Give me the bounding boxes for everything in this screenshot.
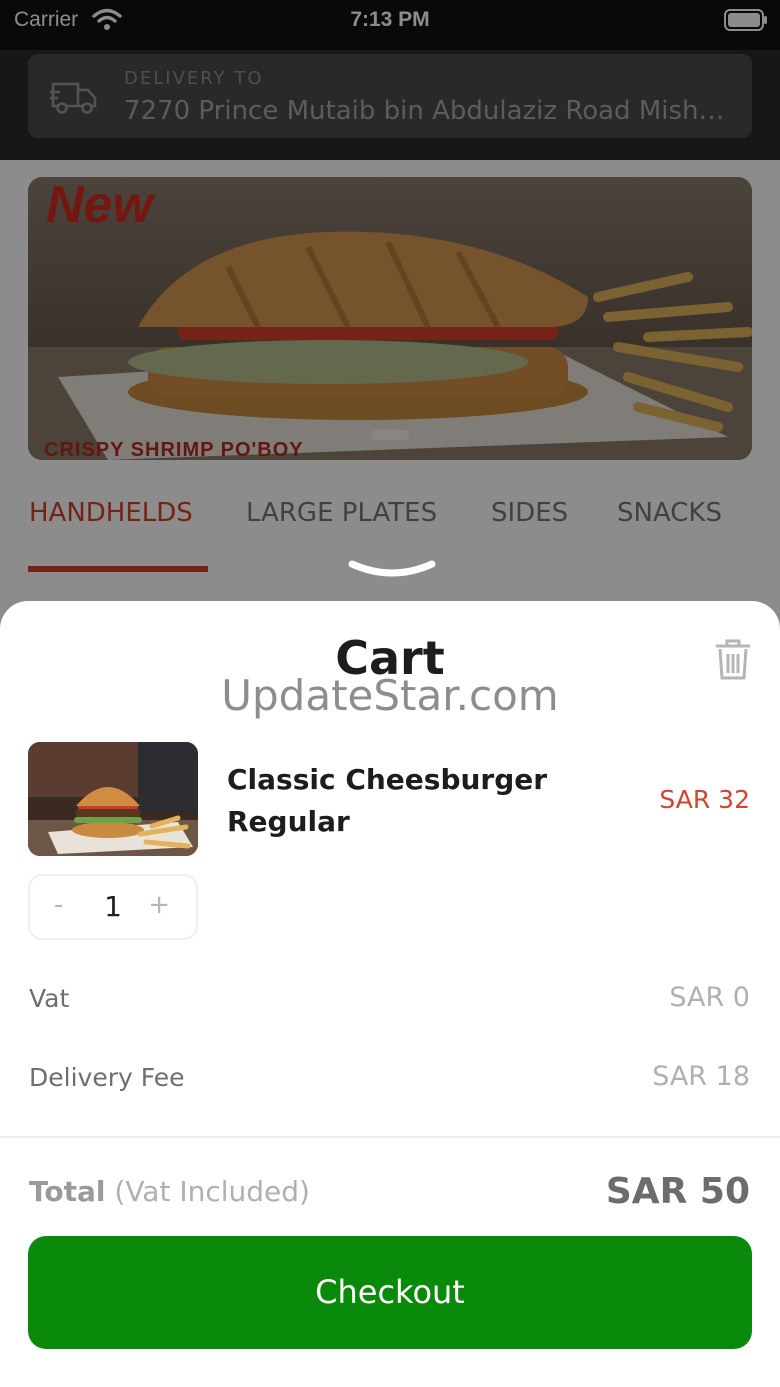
- total-label: Total (Vat Included): [29, 1175, 310, 1208]
- checkout-button[interactable]: Checkout: [28, 1236, 752, 1349]
- cart-sheet: Cart UpdateStar.com Classic Cheesburger …: [0, 601, 780, 1387]
- divider: [0, 1136, 780, 1138]
- delivery-fee-label: Delivery Fee: [29, 1063, 185, 1092]
- quantity-stepper: - 1 +: [28, 874, 198, 940]
- vat-value: SAR 0: [669, 982, 750, 1013]
- item-name: Classic Cheesburger Regular: [227, 763, 548, 838]
- total-note: (Vat Included): [114, 1175, 310, 1208]
- trash-icon[interactable]: [713, 637, 753, 681]
- chevron-down-icon[interactable]: [348, 556, 436, 580]
- watermark: UpdateStar.com: [221, 671, 559, 720]
- increase-quantity-button[interactable]: +: [148, 890, 170, 920]
- delivery-fee-value: SAR 18: [652, 1061, 750, 1092]
- quantity-value: 1: [104, 890, 122, 923]
- total-title: Total: [29, 1175, 106, 1208]
- vat-label: Vat: [29, 984, 70, 1013]
- total-value: SAR 50: [605, 1171, 750, 1212]
- item-price: SAR 32: [659, 785, 750, 814]
- burger-image: [28, 742, 198, 856]
- item-image: [28, 742, 198, 856]
